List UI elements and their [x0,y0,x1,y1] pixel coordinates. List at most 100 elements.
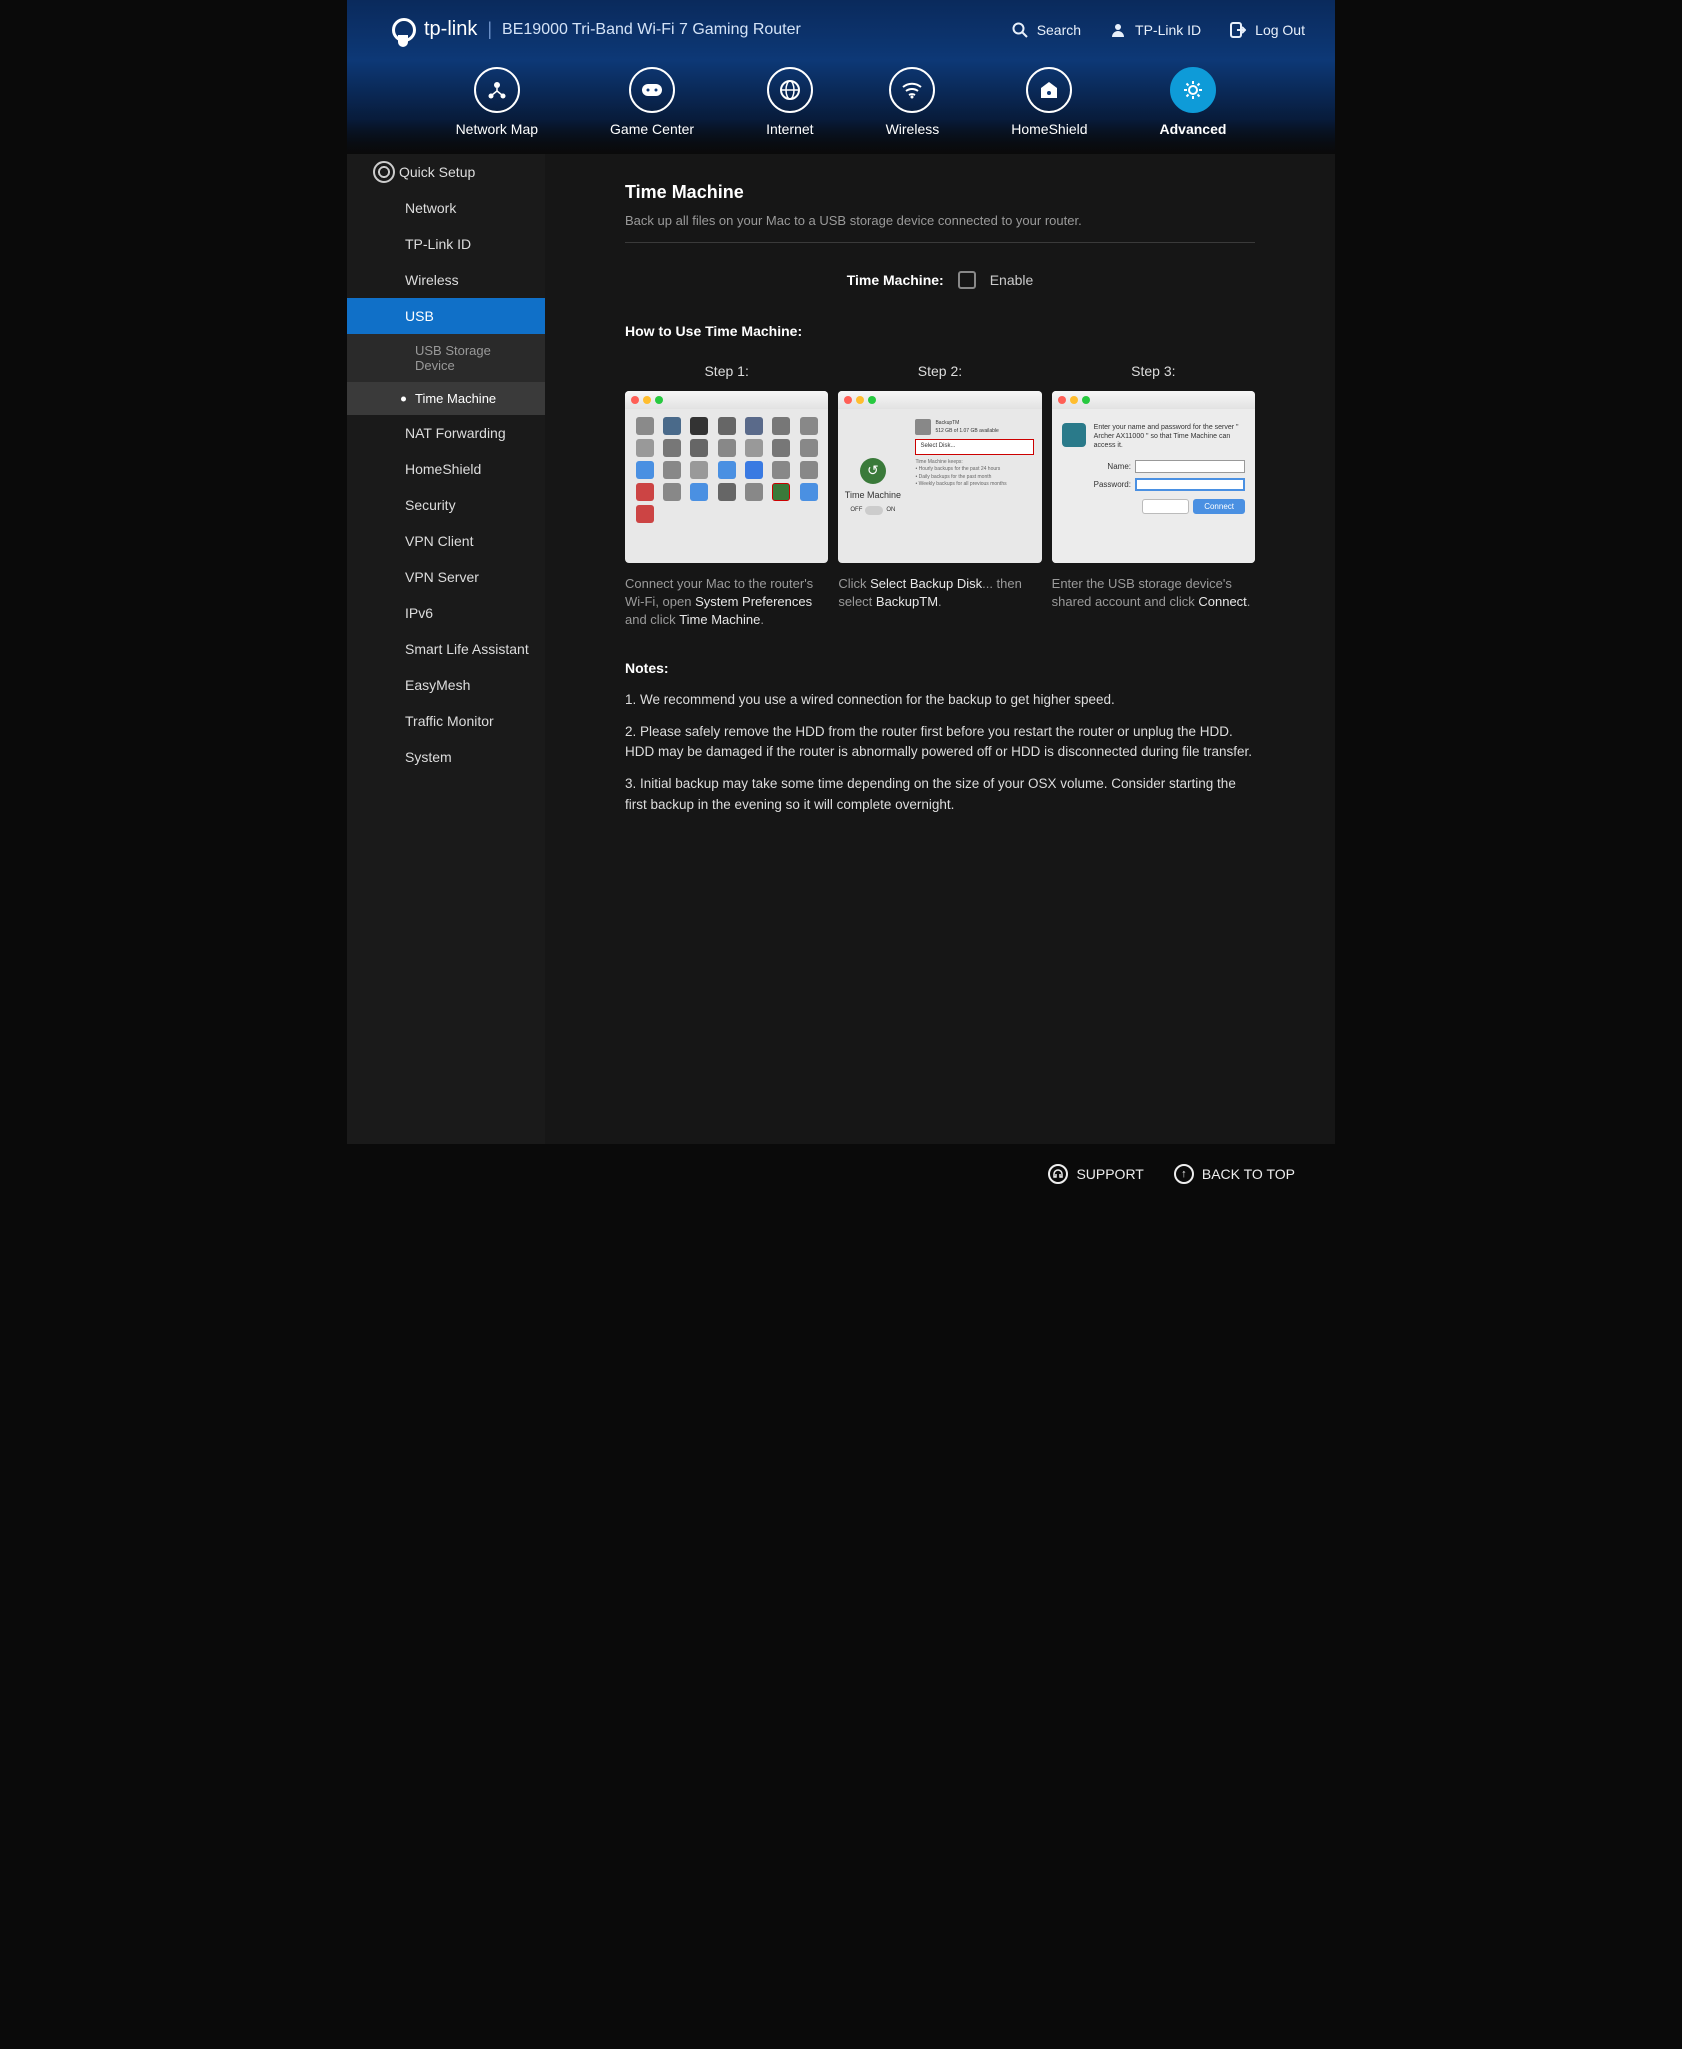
logout-label: Log Out [1255,22,1305,38]
sidebar-quick-setup[interactable]: Quick Setup [347,154,545,190]
nav-homeshield[interactable]: HomeShield [1011,67,1087,154]
note-3: 3. Initial backup may take some time dep… [625,774,1255,815]
support-label: SUPPORT [1076,1166,1143,1182]
sidebar-network[interactable]: Network [347,190,545,226]
enable-row: Time Machine: Enable [625,271,1255,289]
sidebar: Quick Setup Network TP-Link ID Wireless … [347,154,545,1144]
nav-label: Game Center [610,121,694,137]
mac-title-bar [838,391,1041,409]
tplink-logo-icon [392,18,416,42]
nav-internet[interactable]: Internet [766,67,813,154]
sidebar-ipv6[interactable]: IPv6 [347,595,545,631]
step-1-label: Step 1: [625,363,828,379]
top-nav: Network Map Game Center Internet Wireles… [347,59,1335,154]
step-3-label: Step 3: [1052,363,1255,379]
step-1-desc: Connect your Mac to the router's Wi-Fi, … [625,575,828,630]
step-2: Step 2: ↺ Time Machine OFFON BackupTM512… [838,363,1041,630]
sidebar-nat-forwarding[interactable]: NAT Forwarding [347,415,545,451]
name-input [1135,460,1245,473]
enable-label: Enable [990,272,1034,288]
step-2-desc: Click Select Backup Disk... then select … [838,575,1041,611]
server-icon [1062,423,1086,447]
sidebar-system[interactable]: System [347,739,545,775]
header-actions: Search TP-Link ID Log Out [1011,21,1305,39]
tm-right: BackupTM512 GB of 1.07 GB available Sele… [907,409,1041,563]
sidebar-homeshield[interactable]: HomeShield [347,451,545,487]
internet-icon [767,67,813,113]
support-link[interactable]: SUPPORT [1048,1164,1143,1184]
nav-game-center[interactable]: Game Center [610,67,694,154]
cancel-btn-img: Cancel [1142,499,1189,514]
nav-label: Advanced [1160,121,1227,137]
wireless-icon [889,67,935,113]
nav-label: Internet [766,121,813,137]
search-label: Search [1037,22,1081,38]
search-icon [1011,21,1029,39]
nav-label: Network Map [456,121,538,137]
sidebar-usb-storage[interactable]: USB Storage Device [347,334,545,382]
howto-heading: How to Use Time Machine: [625,323,1255,339]
back-to-top-label: BACK TO TOP [1202,1166,1295,1182]
product-name: BE19000 Tri-Band Wi-Fi 7 Gaming Router [502,21,801,39]
connect-btn-img: Connect [1193,499,1245,514]
tplink-id-label: TP-Link ID [1135,22,1201,38]
brand-text: tp-link [424,18,477,41]
content-area: Quick Setup Network TP-Link ID Wireless … [347,154,1335,1144]
back-to-top-link[interactable]: ↑ BACK TO TOP [1174,1164,1295,1184]
step-1: Step 1: Connect your Mac to the router's… [625,363,828,630]
tplink-id-button[interactable]: TP-Link ID [1109,21,1201,39]
sidebar-vpn-server[interactable]: VPN Server [347,559,545,595]
main-panel: Time Machine Back up all files on your M… [545,154,1335,1144]
page-description: Back up all files on your Mac to a USB s… [625,213,1255,243]
nav-advanced[interactable]: Advanced [1160,67,1227,154]
step-2-image: ↺ Time Machine OFFON BackupTM512 GB of 1… [838,391,1041,563]
sidebar-time-machine[interactable]: Time Machine [347,382,545,415]
brand-logo: tp-link [392,18,477,42]
nav-label: HomeShield [1011,121,1087,137]
mac-title-bar [1052,391,1255,409]
header-bar: tp-link | BE19000 Tri-Band Wi-Fi 7 Gamin… [347,0,1335,59]
sidebar-usb[interactable]: USB [347,298,545,334]
steps-container: Step 1: Connect your Mac to the router's… [625,363,1255,630]
sidebar-vpn-client[interactable]: VPN Client [347,523,545,559]
homeshield-icon [1026,67,1072,113]
notes-heading: Notes: [625,660,1255,676]
password-input [1135,478,1245,491]
network-map-icon [474,67,520,113]
logout-button[interactable]: Log Out [1229,21,1305,39]
nav-label: Wireless [886,121,940,137]
note-2: 2. Please safely remove the HDD from the… [625,722,1255,763]
step-2-label: Step 2: [838,363,1041,379]
tm-panel: ↺ Time Machine OFFON BackupTM512 GB of 1… [838,409,1041,563]
advanced-icon [1170,67,1216,113]
time-machine-icon: ↺ [860,458,886,484]
page-title: Time Machine [625,182,1255,203]
sidebar-traffic-monitor[interactable]: Traffic Monitor [347,703,545,739]
nav-network-map[interactable]: Network Map [456,67,538,154]
header-divider: | [487,19,492,40]
step-1-image [625,391,828,563]
enable-checkbox[interactable] [958,271,976,289]
step-3: Step 3: Enter your name and password for… [1052,363,1255,630]
mac-title-bar [625,391,828,409]
support-icon [1048,1164,1068,1184]
sidebar-smart-life[interactable]: Smart Life Assistant [347,631,545,667]
auth-dialog: Enter your name and password for the ser… [1052,409,1255,563]
up-arrow-icon: ↑ [1174,1164,1194,1184]
footer: SUPPORT ↑ BACK TO TOP [347,1144,1335,1204]
sidebar-easymesh[interactable]: EasyMesh [347,667,545,703]
sidebar-wireless[interactable]: Wireless [347,262,545,298]
tplink-id-icon [1109,21,1127,39]
step-3-image: Enter your name and password for the ser… [1052,391,1255,563]
nav-wireless[interactable]: Wireless [886,67,940,154]
form-label: Time Machine: [847,272,944,288]
step-3-desc: Enter the USB storage device's shared ac… [1052,575,1255,611]
search-button[interactable]: Search [1011,21,1081,39]
tm-left: ↺ Time Machine OFFON [838,409,907,563]
sys-prefs-grid [625,409,828,531]
sidebar-tplink-id[interactable]: TP-Link ID [347,226,545,262]
logout-icon [1229,21,1247,39]
sidebar-security[interactable]: Security [347,487,545,523]
game-center-icon [629,67,675,113]
note-1: 1. We recommend you use a wired connecti… [625,690,1255,710]
